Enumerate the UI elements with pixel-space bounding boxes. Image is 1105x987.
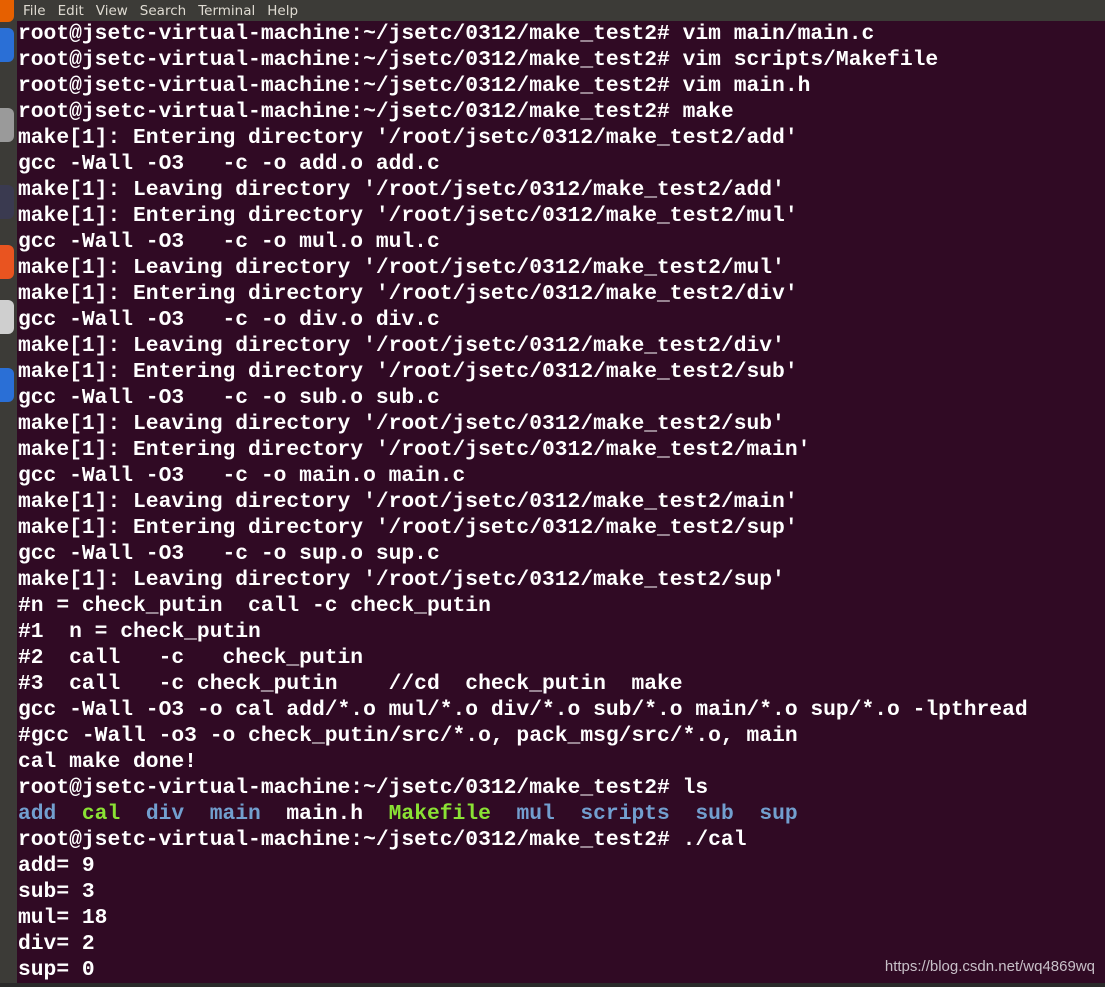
ls-entry: mul	[516, 802, 555, 826]
terminal-line: cal make done!	[18, 750, 197, 774]
terminal-line: gcc -Wall -O3 -c -o sub.o sub.c	[18, 386, 440, 410]
menu-help[interactable]: Help	[261, 3, 304, 19]
terminal-line: root@jsetc-virtual-machine:~/jsetc/0312/…	[18, 828, 747, 852]
thunderbird-icon[interactable]	[0, 28, 14, 62]
ls-entry: cal	[81, 802, 121, 826]
ls-entry: add	[18, 802, 57, 826]
terminal-line: gcc -Wall -O3 -o cal add/*.o mul/*.o div…	[18, 698, 1028, 722]
watermark: https://blog.csdn.net/wq4869wq	[884, 958, 1095, 975]
terminal-line: make[1]: Leaving directory '/root/jsetc/…	[18, 178, 785, 202]
terminal-line: make[1]: Entering directory '/root/jsetc…	[18, 282, 798, 306]
terminal-line: #2 call -c check_putin	[18, 646, 364, 670]
terminal-line: sub= 3	[18, 880, 95, 904]
terminal-line: make[1]: Leaving directory '/root/jsetc/…	[18, 412, 785, 436]
ls-entry: Makefile	[388, 802, 491, 826]
terminal-line: root@jsetc-virtual-machine:~/jsetc/0312/…	[18, 22, 875, 46]
terminal-line: make[1]: Leaving directory '/root/jsetc/…	[18, 334, 785, 358]
ls-entry: main.h	[286, 802, 364, 826]
terminal-line: gcc -Wall -O3 -c -o add.o add.c	[18, 152, 440, 176]
terminal-line: gcc -Wall -O3 -c -o div.o div.c	[18, 308, 440, 332]
rhythmbox-icon[interactable]	[0, 185, 14, 219]
terminal-line: make[1]: Entering directory '/root/jsetc…	[18, 516, 798, 540]
ls-entry: sub	[695, 802, 734, 826]
terminal-line: #n = check_putin call -c check_putin	[18, 594, 491, 618]
terminal-line: make[1]: Entering directory '/root/jsetc…	[18, 204, 798, 228]
terminal-line: gcc -Wall -O3 -c -o main.o main.c	[18, 464, 466, 488]
launcher-dock	[0, 0, 17, 987]
menu-view[interactable]: View	[90, 3, 134, 19]
help-icon[interactable]	[0, 368, 14, 402]
terminal-icon[interactable]	[0, 300, 14, 334]
files-icon[interactable]	[0, 108, 14, 142]
menu-bar: File Edit View Search Terminal Help	[17, 0, 1105, 21]
bottom-bar	[0, 983, 1105, 987]
terminal-line: #1 n = check_putin	[18, 620, 261, 644]
menu-search[interactable]: Search	[134, 3, 192, 19]
ls-entry: div	[145, 802, 185, 826]
terminal-line: gcc -Wall -O3 -c -o sup.o sup.c	[18, 542, 440, 566]
terminal-line: #gcc -Wall -o3 -o check_putin/src/*.o, p…	[18, 724, 798, 748]
terminal-line: make[1]: Leaving directory '/root/jsetc/…	[18, 490, 798, 514]
menu-file[interactable]: File	[17, 3, 52, 19]
terminal-line: #3 call -c check_putin //cd check_putin …	[18, 672, 683, 696]
terminal-line: make[1]: Leaving directory '/root/jsetc/…	[18, 568, 785, 592]
terminal-line: root@jsetc-virtual-machine:~/jsetc/0312/…	[18, 776, 709, 800]
ls-output: add cal div main main.h Makefile mul scr…	[18, 801, 1105, 827]
firefox-icon[interactable]	[0, 0, 14, 22]
terminal-line: make[1]: Entering directory '/root/jsetc…	[18, 360, 798, 384]
terminal-line: add= 9	[18, 854, 95, 878]
terminal-line: make[1]: Entering directory '/root/jsetc…	[18, 438, 811, 462]
terminal-line: mul= 18	[18, 906, 108, 930]
menu-edit[interactable]: Edit	[52, 3, 90, 19]
terminal-line: make[1]: Entering directory '/root/jsetc…	[18, 126, 798, 150]
terminal-line: root@jsetc-virtual-machine:~/jsetc/0312/…	[18, 48, 939, 72]
ls-entry: main	[209, 802, 261, 826]
software-center-icon[interactable]	[0, 245, 14, 279]
ls-entry: sup	[759, 802, 798, 826]
terminal-output[interactable]: root@jsetc-virtual-machine:~/jsetc/0312/…	[18, 21, 1105, 983]
terminal-line: div= 2	[18, 932, 95, 956]
terminal-line: gcc -Wall -O3 -c -o mul.o mul.c	[18, 230, 440, 254]
ls-entry: scripts	[580, 802, 670, 826]
menu-terminal[interactable]: Terminal	[192, 3, 261, 19]
terminal-line: root@jsetc-virtual-machine:~/jsetc/0312/…	[18, 100, 734, 124]
terminal-line: make[1]: Leaving directory '/root/jsetc/…	[18, 256, 785, 280]
terminal-line: root@jsetc-virtual-machine:~/jsetc/0312/…	[18, 74, 811, 98]
